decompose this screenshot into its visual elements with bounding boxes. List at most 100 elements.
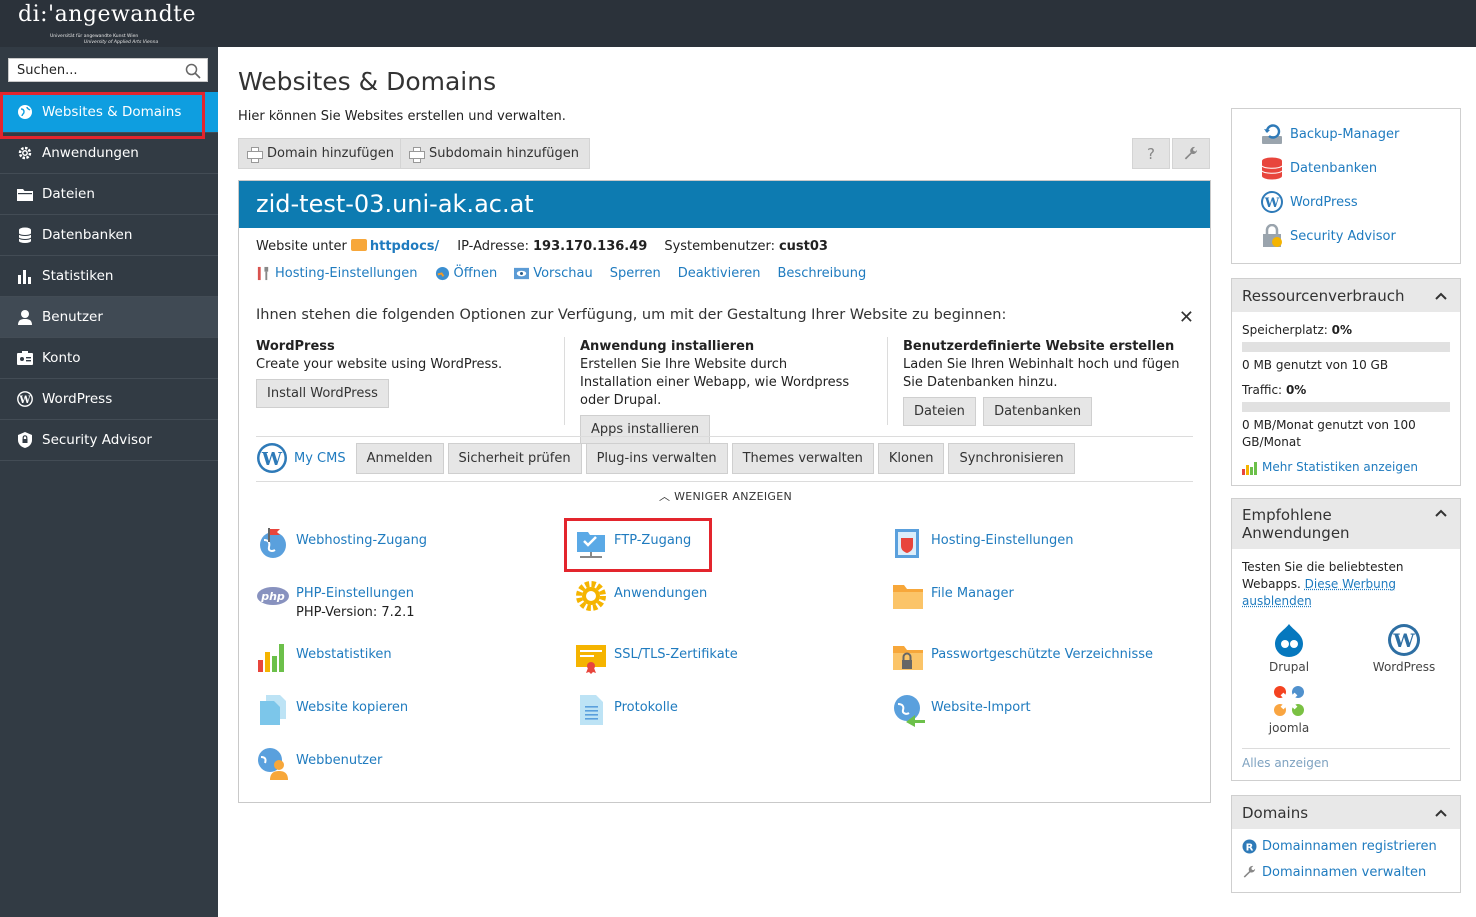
logo[interactable]: di:'angewandte [18,2,196,27]
app-wordpress[interactable]: W WordPress [1364,623,1444,674]
add-domain-button[interactable]: Domain hinzufügen [238,138,406,169]
cms-login-button[interactable]: Anmelden [355,442,444,474]
sidebar-item-statistiken[interactable]: Statistiken [0,256,218,297]
database-icon [16,226,34,244]
quick-link-label: Security Advisor [1290,228,1396,244]
manage-domain-link[interactable]: Domainnamen verwalten [1242,865,1426,880]
website-under-label: Website unter [256,239,347,254]
tool-applications[interactable]: Anwendungen [574,579,707,613]
ip-label: IP-Adresse: [457,239,529,254]
tool-php-settings[interactable]: php PHP-Einstellungen PHP-Version: 7.2.1 [256,579,415,620]
cms-plugins-button[interactable]: Plug-ins verwalten [585,442,728,474]
sidebar-item-anwendungen[interactable]: Anwendungen [0,133,218,174]
sidebar-item-websites-domains[interactable]: Websites & Domains [0,92,218,139]
quick-link-label: Backup-Manager [1290,126,1400,142]
hide-ad-link[interactable]: Diese Werbung [1305,577,1396,591]
close-icon[interactable]: ✕ [1179,307,1194,328]
databases-link[interactable]: Datenbanken [1260,156,1377,180]
deactivate-link[interactable]: Deaktivieren [678,266,761,281]
chevron-up-icon[interactable] [1434,806,1448,820]
install-apps-button[interactable]: Apps installieren [580,415,711,444]
show-all-apps-link[interactable]: Alles anzeigen [1242,756,1329,770]
sidebar-item-konto[interactable]: Konto [0,338,218,379]
domain-name[interactable]: zid-test-03.uni-ak.ac.at [239,181,1210,228]
hide-ad-link-2[interactable]: ausblenden [1242,594,1312,608]
tool-hosting-settings[interactable]: Hosting-Einstellungen [891,526,1074,560]
description-link[interactable]: Beschreibung [778,266,867,281]
top-bar: di:'angewandte Universität für angewandt… [0,0,1476,47]
option-title: Benutzerdefinierte Website erstellen [903,339,1175,354]
chevron-up-icon[interactable] [1434,289,1448,303]
wordpress-link[interactable]: W WordPress [1260,190,1358,214]
tool-website-import[interactable]: Website-Import [891,693,1031,727]
tool-web-users[interactable]: Webbenutzer [256,746,382,780]
promo-text-line2: Webapps. [1242,577,1301,591]
settings-button[interactable] [1172,138,1210,169]
cms-sync-button[interactable]: Synchronisieren [948,442,1075,474]
stats-icon [1242,461,1257,475]
tool-copy-website[interactable]: Website kopieren [256,693,408,727]
docroot-link[interactable]: httpdocs/ [370,239,439,254]
backup-manager-link[interactable]: Backup-Manager [1260,122,1399,146]
security-advisor-link[interactable]: Security Advisor [1260,224,1396,248]
domain-card: zid-test-03.uni-ak.ac.at Website unter h… [238,180,1211,803]
sysuser-value: cust03 [778,239,828,254]
cms-themes-button[interactable]: Themes verwalten [731,442,874,474]
more-stats-link[interactable]: Mehr Statistiken anzeigen [1242,459,1418,476]
search-input[interactable] [9,59,177,81]
sidebar-item-wordpress[interactable]: W WordPress [0,379,218,420]
tool-label: Protokolle [614,700,678,715]
svg-text:W: W [18,395,31,406]
folder-icon [16,185,34,203]
folder-icon [350,239,367,251]
app-label: Drupal [1268,660,1310,674]
sidebar-item-dateien[interactable]: Dateien [0,174,218,215]
tool-webhosting-access[interactable]: Webhosting-Zugang [256,526,427,560]
option-title: WordPress [256,339,335,354]
preview-link[interactable]: Vorschau [514,266,593,281]
app-drupal[interactable]: Drupal [1256,623,1322,674]
sidebar-item-datenbanken[interactable]: Datenbanken [0,215,218,256]
plus-icon [247,146,263,163]
suspend-link[interactable]: Sperren [610,266,661,281]
install-wordpress-button[interactable]: Install WordPress [256,379,389,408]
domains-panel-header[interactable]: Domains [1232,796,1460,829]
disk-label: Speicherplatz: [1242,323,1328,337]
cms-name-link[interactable]: My CMS [294,451,346,466]
hosting-settings-link[interactable]: Hosting-Einstellungen [256,266,418,281]
add-domain-label: Domain hinzufügen [267,146,395,161]
sidebar-item-benutzer[interactable]: Benutzer [0,297,218,338]
add-subdomain-label: Subdomain hinzufügen [429,146,580,161]
tool-protected-directories[interactable]: Passwortgeschützte Verzeichnisse [891,640,1153,674]
php-version: PHP-Version: 7.2.1 [296,605,415,620]
show-less-toggle[interactable]: ︿ WENIGER ANZEIGEN [239,488,1212,504]
apps-panel-header[interactable]: Empfohlene Anwendungen [1232,499,1460,549]
sidebar-item-security-advisor[interactable]: Security Advisor [0,420,218,461]
add-subdomain-button[interactable]: Subdomain hinzufügen [400,138,591,169]
app-joomla[interactable]: joomla [1256,684,1322,735]
tool-ssl-certificates[interactable]: SSL/TLS-Zertifikate [574,640,738,674]
tool-file-manager[interactable]: File Manager [891,579,1014,613]
sidebar-item-label: Anwendungen [42,145,139,161]
register-domain-link[interactable]: R Domainnamen registrieren [1242,839,1437,854]
hosting-settings-icon [895,529,919,558]
getting-started-intro: Ihnen stehen die folgenden Optionen zur … [256,307,1007,323]
tool-label: Website kopieren [296,700,409,715]
resources-panel-header[interactable]: Ressourcenverbrauch [1232,279,1460,312]
databases-button[interactable]: Datenbanken [983,397,1093,426]
disk-usage-label: Speicherplatz: 0% [1242,322,1352,339]
open-link[interactable]: Öffnen [435,266,497,281]
sidebar: Websites & Domains Anwendungen Dateien D… [0,47,218,917]
traffic-percent: 0% [1285,383,1307,397]
cms-clone-button[interactable]: Klonen [877,442,945,474]
app-label: WordPress [1372,660,1436,674]
search-icon[interactable] [185,63,201,79]
tool-logs[interactable]: Protokolle [574,693,678,727]
cms-security-check-button[interactable]: Sicherheit prüfen [447,442,582,474]
chevron-up-icon[interactable] [1434,506,1448,520]
files-button[interactable]: Dateien [903,397,976,426]
domains-panel: Domains R Domainnamen registrieren Domai… [1231,795,1461,893]
traffic-text-line1: 0 MB/Monat genutzt von 100 [1242,418,1416,432]
tool-web-statistics[interactable]: Webstatistiken [256,640,392,674]
help-button[interactable]: ? [1132,138,1170,169]
